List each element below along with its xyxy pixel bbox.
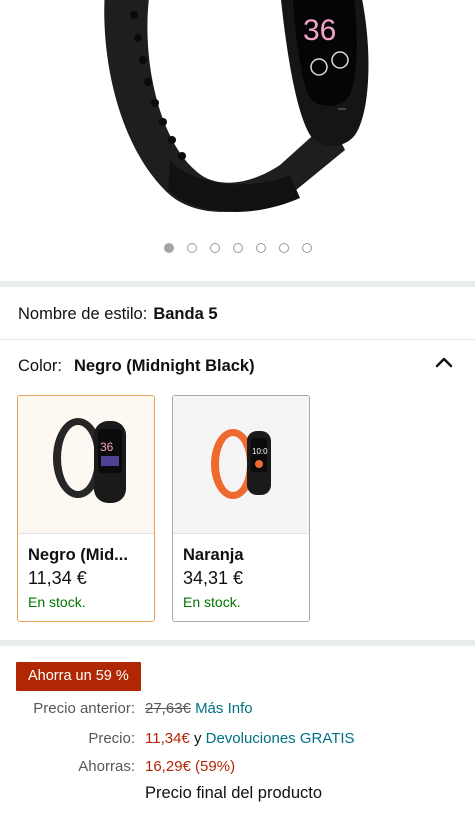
product-image[interactable]: 36: [0, 0, 475, 232]
swatch-price: 11,34 €: [28, 568, 87, 588]
previous-price: 27,63€ Más Info: [145, 700, 253, 717]
carousel-dot[interactable]: [209, 243, 220, 253]
carousel-dot[interactable]: [163, 243, 174, 253]
color-selector-header[interactable]: Color: Negro (Midnight Black): [18, 357, 255, 376]
style-selector[interactable]: Nombre de estilo: Banda 5: [18, 305, 218, 324]
swatch-stock: En stock.: [28, 594, 86, 610]
carousel-dot[interactable]: [301, 243, 312, 253]
price-connector: y: [193, 730, 202, 747]
swatch-stock: En stock.: [183, 594, 241, 610]
row-divider: [0, 339, 475, 340]
section-divider: [0, 640, 475, 646]
section-divider: [0, 281, 475, 287]
carousel-dot[interactable]: [278, 243, 289, 253]
orange-band-image: 10:0: [211, 429, 271, 499]
current-price: 11,34€ y Devoluciones GRATIS: [145, 730, 355, 747]
color-label: Color:: [18, 357, 63, 375]
price-label: Precio:: [88, 730, 135, 747]
swatch-details: Naranja 34,31 € En stock.: [173, 533, 309, 621]
deal-badge: Ahorra un 59 %: [16, 662, 141, 691]
current-price-value: 11,34€: [145, 730, 190, 747]
color-swatch-negro[interactable]: 36 Negro (Mid... 11,34 € En stock.: [17, 395, 155, 622]
color-value: Negro (Midnight Black): [74, 357, 255, 375]
free-returns-link[interactable]: Devoluciones GRATIS: [206, 730, 355, 747]
carousel-dot[interactable]: [232, 243, 243, 253]
swatch-image: 10:0: [173, 396, 309, 533]
swatch-details: Negro (Mid... 11,34 € En stock.: [18, 533, 154, 621]
swatch-image: 36: [18, 396, 154, 533]
svg-text:36: 36: [100, 440, 114, 454]
savings-label: Ahorras:: [78, 758, 135, 775]
color-swatch-naranja[interactable]: 10:0 Naranja 34,31 € En stock.: [172, 395, 310, 622]
svg-text:10:0: 10:0: [252, 447, 268, 456]
swatch-name: Naranja: [183, 546, 244, 564]
style-label: Nombre de estilo:: [18, 305, 148, 323]
black-band-image: 36: [53, 418, 126, 503]
carousel-dot[interactable]: [186, 243, 197, 253]
svg-text:36: 36: [303, 14, 336, 47]
swatch-price: 34,31 €: [183, 568, 244, 588]
final-price-note: Precio final del producto: [145, 784, 323, 802]
savings-value: 16,29€ (59%): [145, 758, 236, 775]
previous-price-value: 27,63€: [145, 700, 191, 717]
more-info-link[interactable]: Más Info: [195, 700, 253, 717]
swatch-name: Negro (Mid...: [28, 546, 128, 564]
image-carousel-dots: [0, 243, 475, 253]
style-value: Banda 5: [153, 305, 218, 323]
previous-price-label: Precio anterior:: [33, 700, 135, 717]
chevron-up-icon[interactable]: [435, 356, 453, 368]
smart-band-image: 36: [104, 0, 369, 212]
carousel-dot[interactable]: [255, 243, 266, 253]
